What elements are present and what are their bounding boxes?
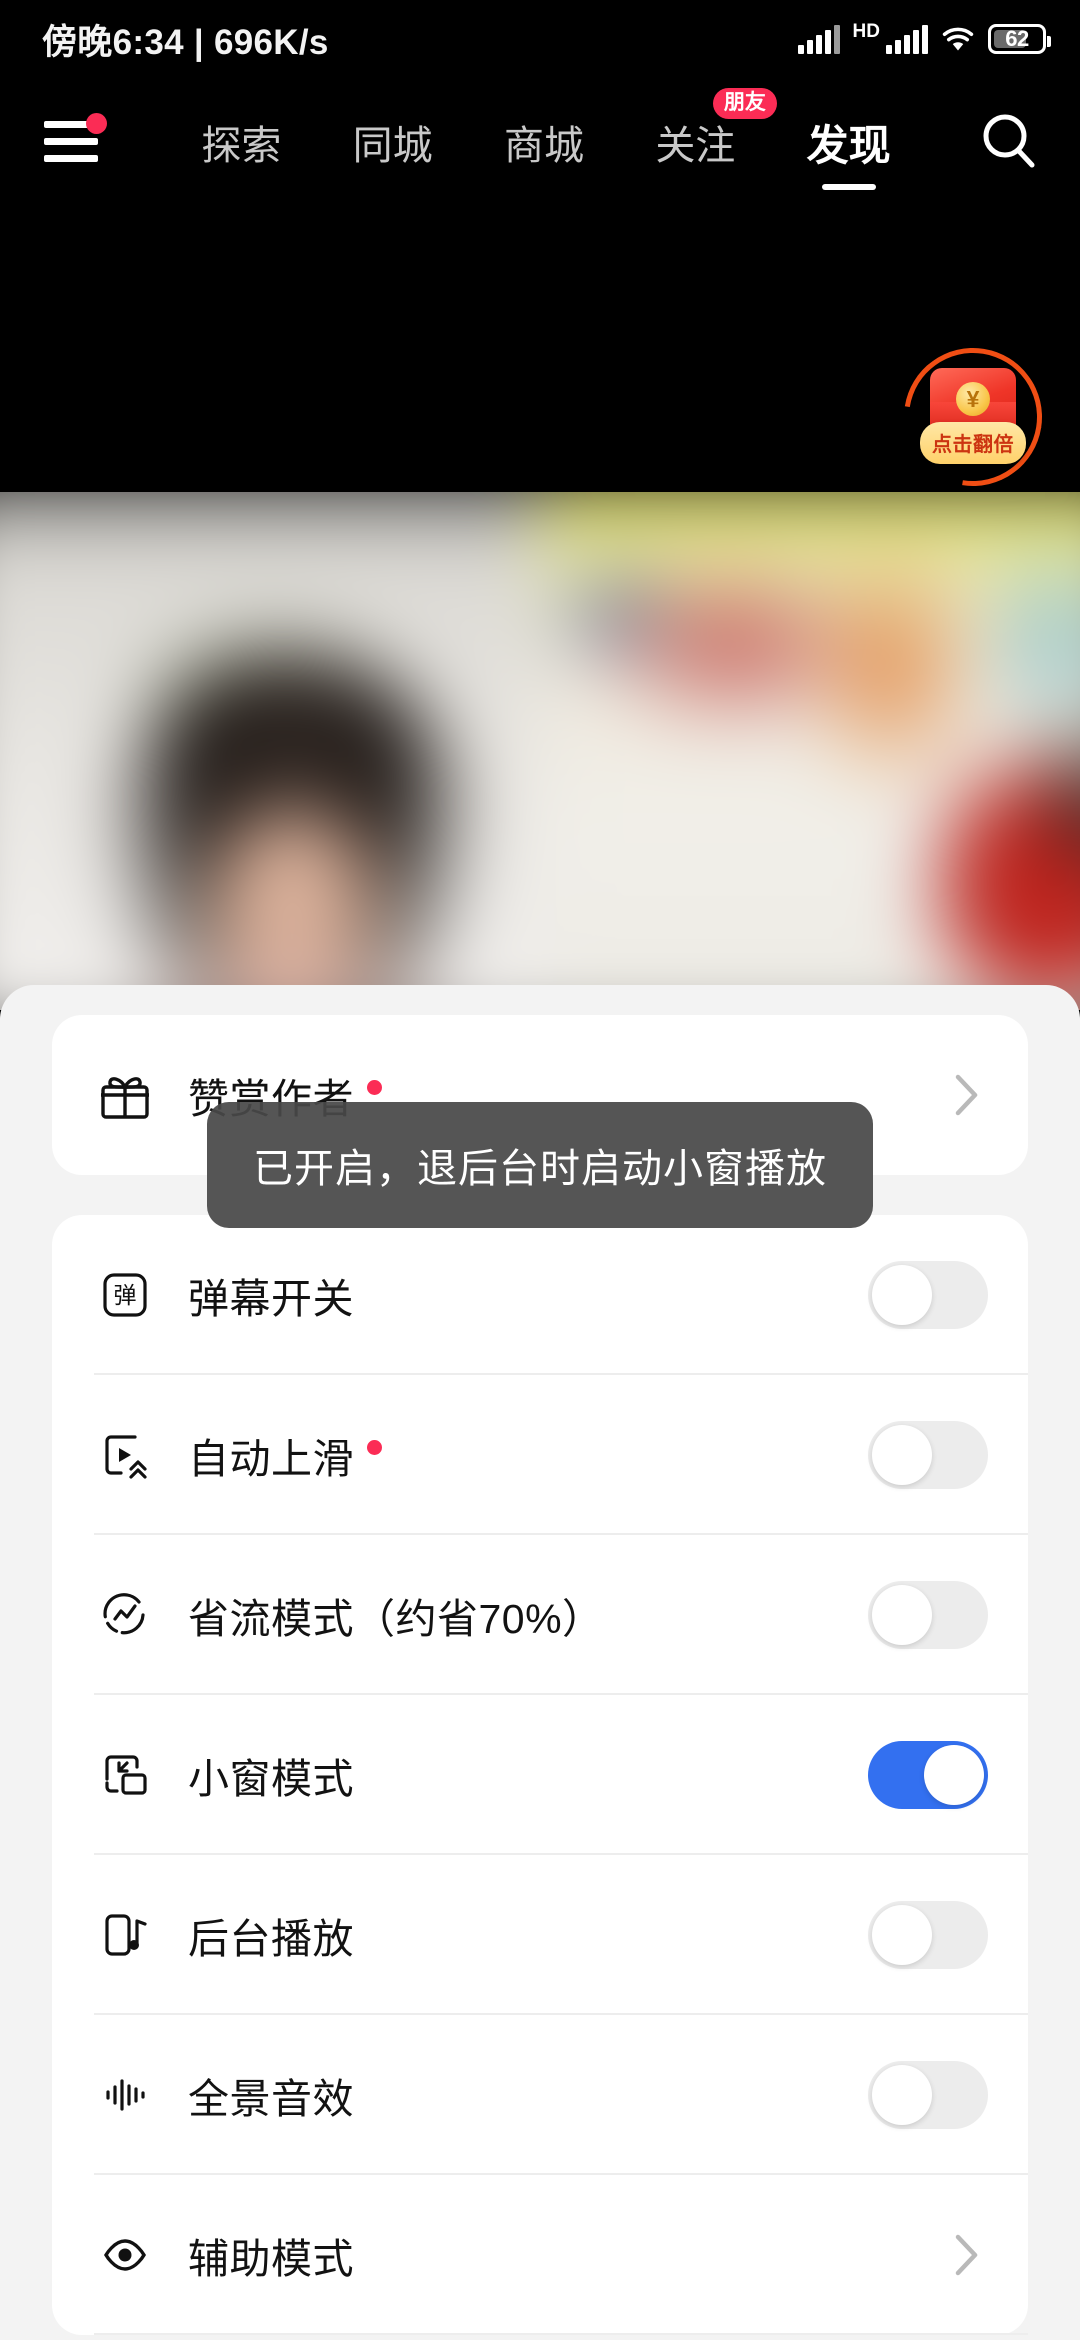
nav-tab-nearby[interactable]: 同城 <box>349 86 437 198</box>
eye-icon <box>94 2224 156 2286</box>
background-play-icon <box>94 1904 156 1966</box>
toggle-data-saver[interactable] <box>868 1581 988 1649</box>
auto-scroll-icon <box>94 1424 156 1486</box>
list-item-label: 后台播放 <box>188 1905 354 1965</box>
nav-tab-label: 发现 <box>806 121 891 169</box>
phone-screen: 傍晚6:34 | 696K/s HD 62 探索 同城 商城 关注 朋友 发现 … <box>0 0 1080 2340</box>
hd-icon: HD <box>852 21 880 42</box>
status-bar-right: HD 62 <box>797 21 1051 54</box>
list-item-surround-audio[interactable]: 全景音效 <box>52 2015 1028 2175</box>
top-navigation-bar: 探索 同城 商城 关注 朋友 发现 <box>0 86 1080 198</box>
list-item-background-play[interactable]: 后台播放 <box>52 1855 1028 2015</box>
pip-window-icon <box>94 1744 156 1806</box>
nav-tab-discover[interactable]: 发现 <box>803 86 895 198</box>
list-item-accessibility-mode[interactable]: 辅助模式 <box>52 2175 1028 2335</box>
list-item-data-saver[interactable]: 省流模式（约省70%） <box>52 1535 1028 1695</box>
row-label-text: 自动上滑 <box>188 1436 354 1482</box>
nav-tab-label: 同城 <box>352 124 433 168</box>
list-item-danmaku-switch[interactable]: 弹 弹幕开关 <box>52 1215 1028 1375</box>
yuan-coin-icon: ¥ <box>956 382 990 416</box>
list-item-label: 弹幕开关 <box>188 1265 354 1325</box>
gift-icon <box>94 1064 156 1126</box>
row-label-text: 省流模式（约省70%） <box>188 1596 604 1642</box>
chevron-right-icon <box>954 1073 980 1117</box>
nav-tab-following[interactable]: 关注 朋友 <box>651 86 777 198</box>
toggle-surround-audio[interactable] <box>868 2061 988 2129</box>
row-label-text: 弹幕开关 <box>188 1276 354 1322</box>
red-packet-promo-button[interactable]: ¥ 点击翻倍 <box>876 320 1070 514</box>
surround-audio-icon <box>94 2064 156 2126</box>
nav-tab-label: 探索 <box>201 124 282 168</box>
danmaku-icon: 弹 <box>94 1264 156 1326</box>
hamburger-menu-icon[interactable] <box>44 113 107 166</box>
chevron-right-icon <box>954 2233 980 2277</box>
menu-notification-dot <box>86 113 107 134</box>
list-item-label: 全景音效 <box>188 2065 354 2125</box>
playback-settings-card: 弹 弹幕开关 自动上滑 省流模式（约省70%） 小窗模式 后台播放 全景音效 辅… <box>52 1215 1028 2335</box>
row-label-text: 辅助模式 <box>188 2236 354 2282</box>
status-bar-left: 傍晚6:34 | 696K/s <box>42 14 329 65</box>
red-packet-cta-label[interactable]: 点击翻倍 <box>920 422 1026 464</box>
blurred-video-frame <box>0 458 1080 1010</box>
row-label-text: 全景音效 <box>188 2076 354 2122</box>
nav-tab-list: 探索 同城 商城 关注 朋友 发现 <box>134 86 958 198</box>
toggle-danmaku[interactable] <box>868 1261 988 1329</box>
wifi-icon <box>941 26 975 53</box>
row-label-text: 小窗模式 <box>188 1756 354 1802</box>
svg-text:弹: 弹 <box>114 1283 137 1309</box>
search-icon[interactable] <box>976 109 1042 175</box>
toggle-pip-mode[interactable] <box>868 1741 988 1809</box>
toast-text: 已开启，退后台时启动小窗播放 <box>253 1147 827 1191</box>
signal-bars-icon <box>886 24 928 54</box>
toggle-auto-scroll[interactable] <box>868 1421 988 1489</box>
list-item-pip-mode[interactable]: 小窗模式 <box>52 1695 1028 1855</box>
clock-text: 傍晚6:34 <box>42 22 184 62</box>
toggle-background-play[interactable] <box>868 1901 988 1969</box>
status-separator: | <box>193 22 204 62</box>
new-indicator-dot <box>367 1439 382 1455</box>
nav-tab-mall[interactable]: 商城 <box>500 86 588 198</box>
toast-message: 已开启，退后台时启动小窗播放 <box>207 1102 873 1228</box>
status-bar: 傍晚6:34 | 696K/s HD 62 <box>0 0 1080 78</box>
signal-bars-icon <box>797 24 840 54</box>
network-speed-text: 696K/s <box>214 22 329 62</box>
list-item-auto-scroll[interactable]: 自动上滑 <box>52 1375 1028 1535</box>
battery-level-text: 62 <box>1005 26 1029 51</box>
row-divider <box>94 2333 1028 2335</box>
nav-tab-label: 商城 <box>503 124 584 168</box>
list-item-label: 自动上滑 <box>188 1425 382 1485</box>
list-item-label: 省流模式（约省70%） <box>188 1585 604 1645</box>
list-item-label: 辅助模式 <box>188 2225 354 2285</box>
new-indicator-dot <box>367 1079 382 1095</box>
nav-tab-explore[interactable]: 探索 <box>197 86 285 198</box>
data-saver-icon <box>94 1584 156 1646</box>
list-item-label: 小窗模式 <box>188 1745 354 1805</box>
nav-tab-label: 关注 <box>655 124 736 168</box>
row-label-text: 后台播放 <box>188 1916 354 1962</box>
nav-tab-badge-friends: 朋友 <box>712 88 777 119</box>
battery-icon: 62 <box>988 24 1051 54</box>
signal-bars-hd-group: HD <box>852 21 928 54</box>
